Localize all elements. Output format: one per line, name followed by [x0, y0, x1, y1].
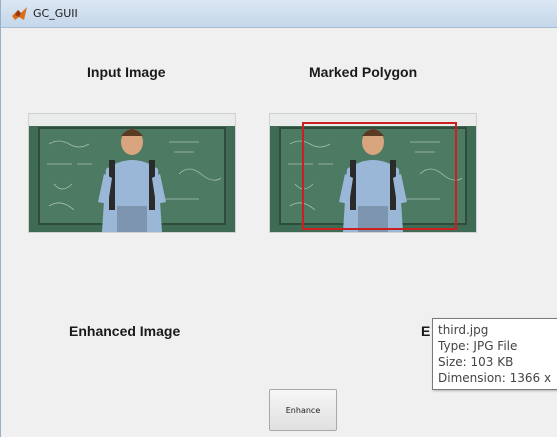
- tooltip-size: Size: 103 KB: [438, 355, 514, 369]
- enhance-button[interactable]: Enhance: [269, 389, 337, 431]
- tooltip-filename: third.jpg: [438, 323, 489, 337]
- matlab-icon: [12, 7, 27, 20]
- marked-polygon-title: Marked Polygon: [309, 64, 418, 80]
- input-image: [29, 114, 235, 232]
- file-info-tooltip: third.jpg Type: JPG File Size: 103 KB Di…: [432, 318, 557, 390]
- app-window: GC_GUII Input Image Marked Polygon Enhan…: [0, 0, 557, 437]
- tooltip-type: Type: JPG File: [438, 339, 518, 353]
- tooltip-dimension: Dimension: 1366 x: [438, 371, 552, 385]
- title-bar[interactable]: GC_GUII: [1, 0, 557, 28]
- enhanced-image-title: Enhanced Image: [69, 323, 181, 339]
- partial-panel-title: E: [421, 323, 431, 339]
- input-image-title: Input Image: [87, 64, 166, 80]
- window-title: GC_GUII: [33, 7, 78, 20]
- marked-polygon-image: [270, 114, 476, 232]
- marked-polygon-axes: [269, 113, 477, 233]
- input-image-axes: [28, 113, 236, 233]
